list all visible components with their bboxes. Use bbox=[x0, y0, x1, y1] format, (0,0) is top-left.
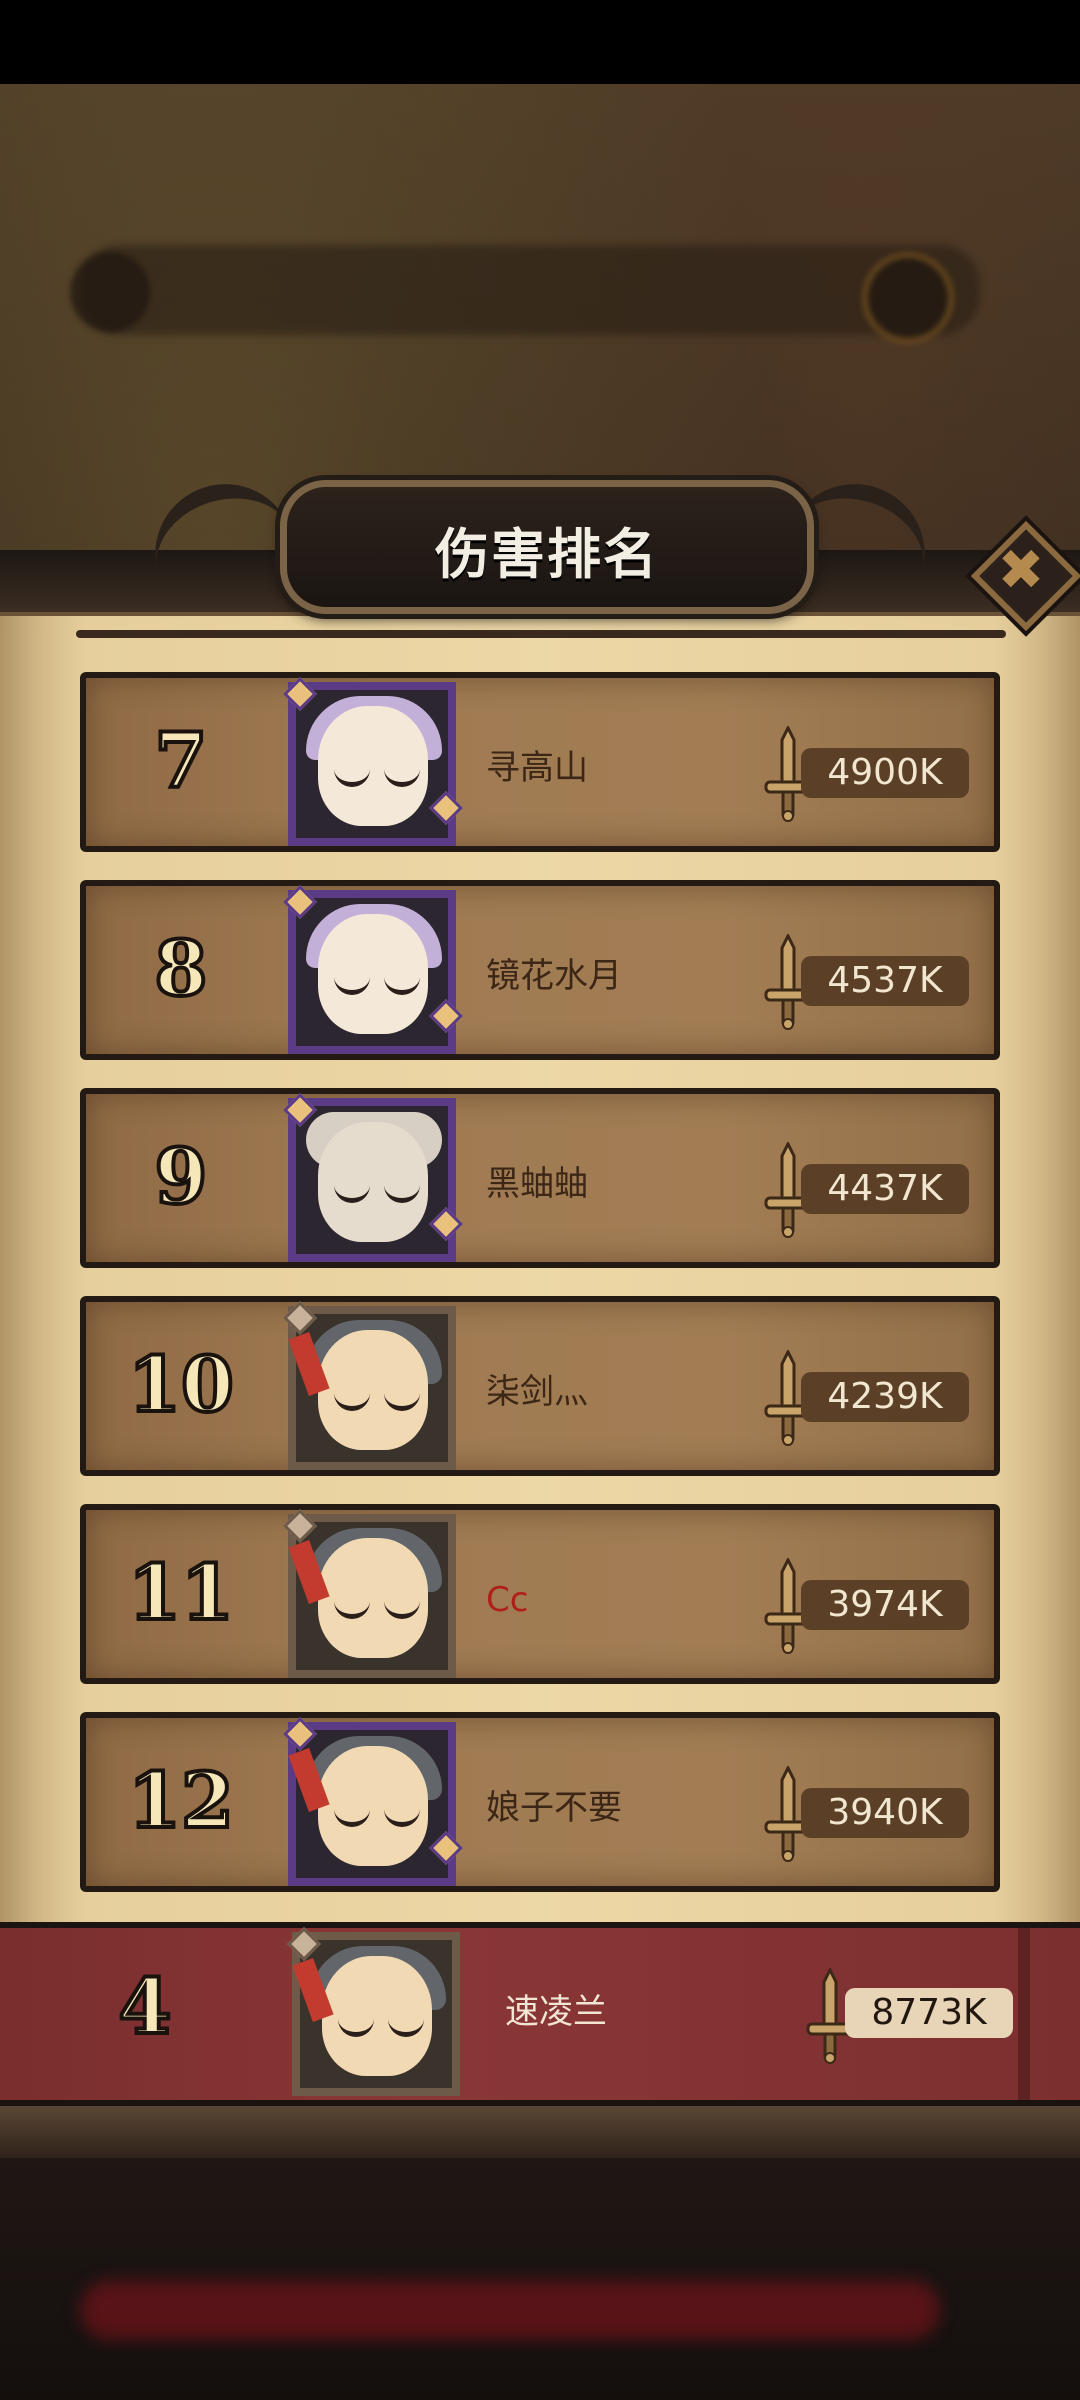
avatar-face bbox=[318, 914, 428, 1034]
rank-number: 7 bbox=[153, 714, 210, 807]
my-avatar[interactable] bbox=[287, 1927, 460, 2096]
blurred-help-icon bbox=[70, 252, 150, 332]
frame-gem-icon bbox=[287, 1927, 321, 1961]
row-edge bbox=[1018, 1928, 1030, 2100]
ranking-row[interactable]: 7 寻高山 4900K bbox=[80, 672, 1000, 852]
avatar-face bbox=[322, 1956, 432, 2076]
damage-value: 3940K bbox=[801, 1788, 969, 1838]
ranking-row[interactable]: 8 镜花水月 4537K bbox=[80, 880, 1000, 1060]
avatar-face bbox=[318, 706, 428, 826]
rank-number: 12 bbox=[126, 1754, 236, 1847]
frame-gem-icon bbox=[429, 791, 463, 825]
player-avatar[interactable] bbox=[283, 1509, 456, 1678]
ranking-row[interactable]: 12 娘子不要 3940K bbox=[80, 1712, 1000, 1892]
player-name: Cc bbox=[486, 1580, 529, 1620]
player-name: 黑蚰蚰 bbox=[486, 1164, 588, 1204]
player-name: 寻高山 bbox=[486, 748, 588, 788]
frame-gem-icon bbox=[429, 1831, 463, 1865]
player-avatar[interactable] bbox=[283, 885, 463, 1054]
player-avatar[interactable] bbox=[283, 677, 463, 846]
player-avatar[interactable] bbox=[283, 1717, 463, 1886]
frame-gem-icon bbox=[283, 885, 317, 919]
panel-title: 伤害排名 bbox=[435, 523, 659, 586]
damage-value: 4239K bbox=[801, 1372, 969, 1422]
player-name: 柒剑灬 bbox=[486, 1372, 588, 1412]
player-avatar[interactable] bbox=[283, 1301, 456, 1470]
avatar-face bbox=[318, 1538, 428, 1658]
my-player-name: 速凌兰 bbox=[505, 1992, 607, 2032]
damage-value: 4437K bbox=[801, 1164, 969, 1214]
damage-value: 4537K bbox=[801, 956, 969, 1006]
my-ranking-row[interactable]: 4 速凌兰 8773K bbox=[0, 1922, 1080, 2106]
rank-number: 8 bbox=[153, 922, 210, 1015]
status-bar bbox=[0, 0, 1080, 84]
damage-value: 3974K bbox=[801, 1580, 969, 1630]
frame-gem-icon bbox=[283, 1717, 317, 1751]
blurred-bottom-area bbox=[0, 2158, 1080, 2400]
ranking-row[interactable]: 11 Cc 3974K bbox=[80, 1504, 1000, 1684]
avatar-face bbox=[318, 1330, 428, 1450]
player-name: 娘子不要 bbox=[486, 1788, 622, 1828]
player-name: 镜花水月 bbox=[486, 956, 622, 996]
blurred-bottom-bar bbox=[80, 2280, 940, 2340]
rank-number: 11 bbox=[126, 1546, 236, 1639]
blurred-background-header bbox=[80, 245, 980, 335]
list-divider bbox=[76, 630, 1006, 638]
damage-value: 4900K bbox=[801, 748, 969, 798]
frame-gem-icon bbox=[283, 1509, 317, 1543]
close-x-icon: ✖ bbox=[997, 538, 1045, 603]
avatar-face bbox=[318, 1746, 428, 1866]
my-rank-number: 4 bbox=[117, 1960, 174, 2053]
close-button[interactable]: ✖ bbox=[970, 520, 1080, 632]
my-damage-value: 8773K bbox=[845, 1988, 1013, 2038]
ranking-row[interactable]: 9 黑蚰蚰 4437K bbox=[80, 1088, 1000, 1268]
blurred-settings-icon bbox=[862, 252, 954, 344]
player-avatar[interactable] bbox=[283, 1093, 463, 1262]
rank-number: 9 bbox=[153, 1130, 210, 1223]
frame-gem-icon bbox=[283, 1301, 317, 1335]
frame-gem-icon bbox=[429, 1207, 463, 1241]
ranking-row[interactable]: 10 柒剑灬 4239K bbox=[80, 1296, 1000, 1476]
panel-bottom-frame bbox=[0, 2100, 1080, 2164]
avatar-face bbox=[318, 1122, 428, 1242]
rank-number: 10 bbox=[126, 1338, 236, 1431]
frame-gem-icon bbox=[283, 677, 317, 711]
frame-gem-icon bbox=[429, 999, 463, 1033]
